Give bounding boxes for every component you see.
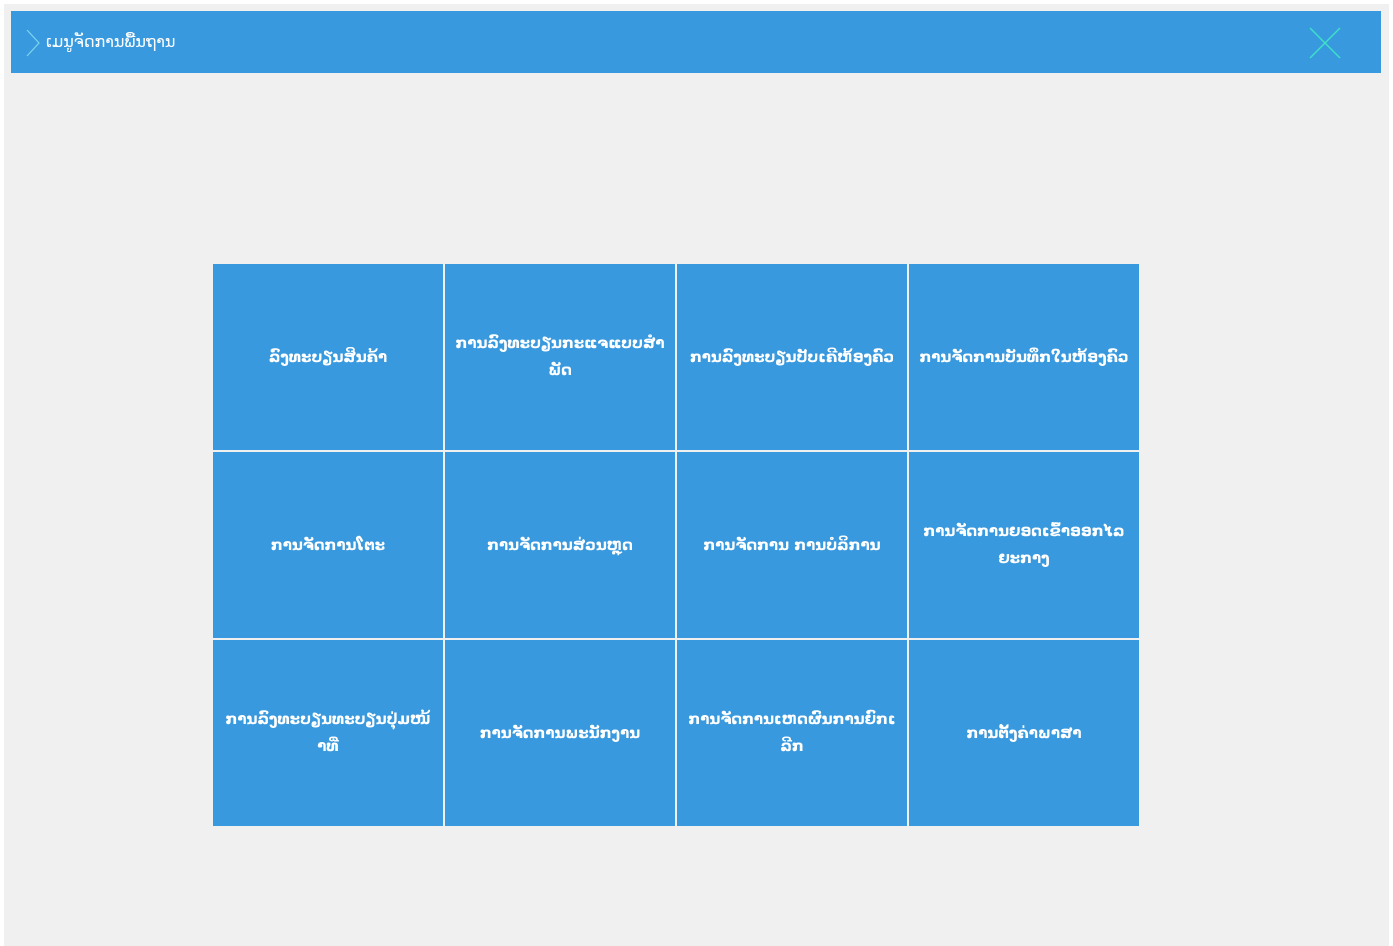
menu-tile-product-registration[interactable]: ລົງທະບຽນສິນຄ້າ	[213, 264, 443, 450]
menu-tile-label: ການຕັ້ງຄ່າພາສາ	[966, 723, 1082, 742]
main-window: ເມນູຈັດການພື້ນຖານ ລົງທະບຽນສິນຄ້າ ການລົງທ…	[4, 4, 1389, 946]
menu-tile-function-key-registration[interactable]: ການລົງທະບຽນທະບຽນປຸ່ມໜ້າທີ່	[213, 640, 443, 826]
menu-tile-label: ການຈັດການເຫດຜົນການຍົກເລີກ	[688, 710, 896, 755]
menu-tile-label: ການຈັດການໂຕະ	[270, 535, 386, 554]
menu-tile-language-settings[interactable]: ການຕັ້ງຄ່າພາສາ	[909, 640, 1139, 826]
menu-tile-label: ການຈັດການບັນທຶກໃນຫ້ອງຄົວ	[919, 347, 1129, 366]
menu-tile-table-management[interactable]: ການຈັດການໂຕະ	[213, 452, 443, 638]
menu-tile-kitchen-notes[interactable]: ການຈັດການບັນທຶກໃນຫ້ອງຄົວ	[909, 264, 1139, 450]
menu-tile-cancel-reasons[interactable]: ການຈັດການເຫດຜົນການຍົກເລີກ	[677, 640, 907, 826]
menu-tile-label: ການຈັດການ ການບໍລິການ	[703, 535, 881, 554]
menu-tile-label: ການລົງທະບຽນທະບຽນປຸ່ມໜ້າທີ່	[225, 710, 431, 755]
menu-tile-label: ການຈັດການຍອດເຂົ້າອອກໄລຍະກາງ	[923, 522, 1125, 567]
menu-tile-service-management[interactable]: ການຈັດການ ການບໍລິການ	[677, 452, 907, 638]
menu-tile-label: ລົງທະບຽນສິນຄ້າ	[268, 347, 388, 366]
menu-tile-cash-in-out[interactable]: ການຈັດການຍອດເຂົ້າອອກໄລຍະກາງ	[909, 452, 1139, 638]
menu-tile-label: ການລົງທະບຽນກະແຈແບບສໍາພັດ	[455, 334, 665, 379]
menu-tile-label: ການລົງທະບຽນປັບເຄີຫ້ອງຄົວ	[689, 347, 895, 366]
page-title: ເມນູຈັດການພື້ນຖານ	[46, 32, 176, 51]
menu-grid: ລົງທະບຽນສິນຄ້າ ການລົງທະບຽນກະແຈແບບສໍາພັດ …	[213, 264, 1141, 827]
menu-tile-discount-management[interactable]: ການຈັດການສ່ວນຫຼຸດ	[445, 452, 675, 638]
menu-tile-label: ການຈັດການພະນັກງານ	[479, 723, 641, 742]
chevron-right-icon	[26, 29, 40, 57]
header-bar: ເມນູຈັດການພື້ນຖານ	[11, 11, 1381, 73]
menu-tile-kitchen-printer-registration[interactable]: ການລົງທະບຽນປັບເຄີຫ້ອງຄົວ	[677, 264, 907, 450]
close-icon[interactable]	[1308, 26, 1342, 60]
menu-tile-label: ການຈັດການສ່ວນຫຼຸດ	[487, 535, 633, 554]
menu-tile-touch-key-registration[interactable]: ການລົງທະບຽນກະແຈແບບສໍາພັດ	[445, 264, 675, 450]
menu-tile-staff-management[interactable]: ການຈັດການພະນັກງານ	[445, 640, 675, 826]
